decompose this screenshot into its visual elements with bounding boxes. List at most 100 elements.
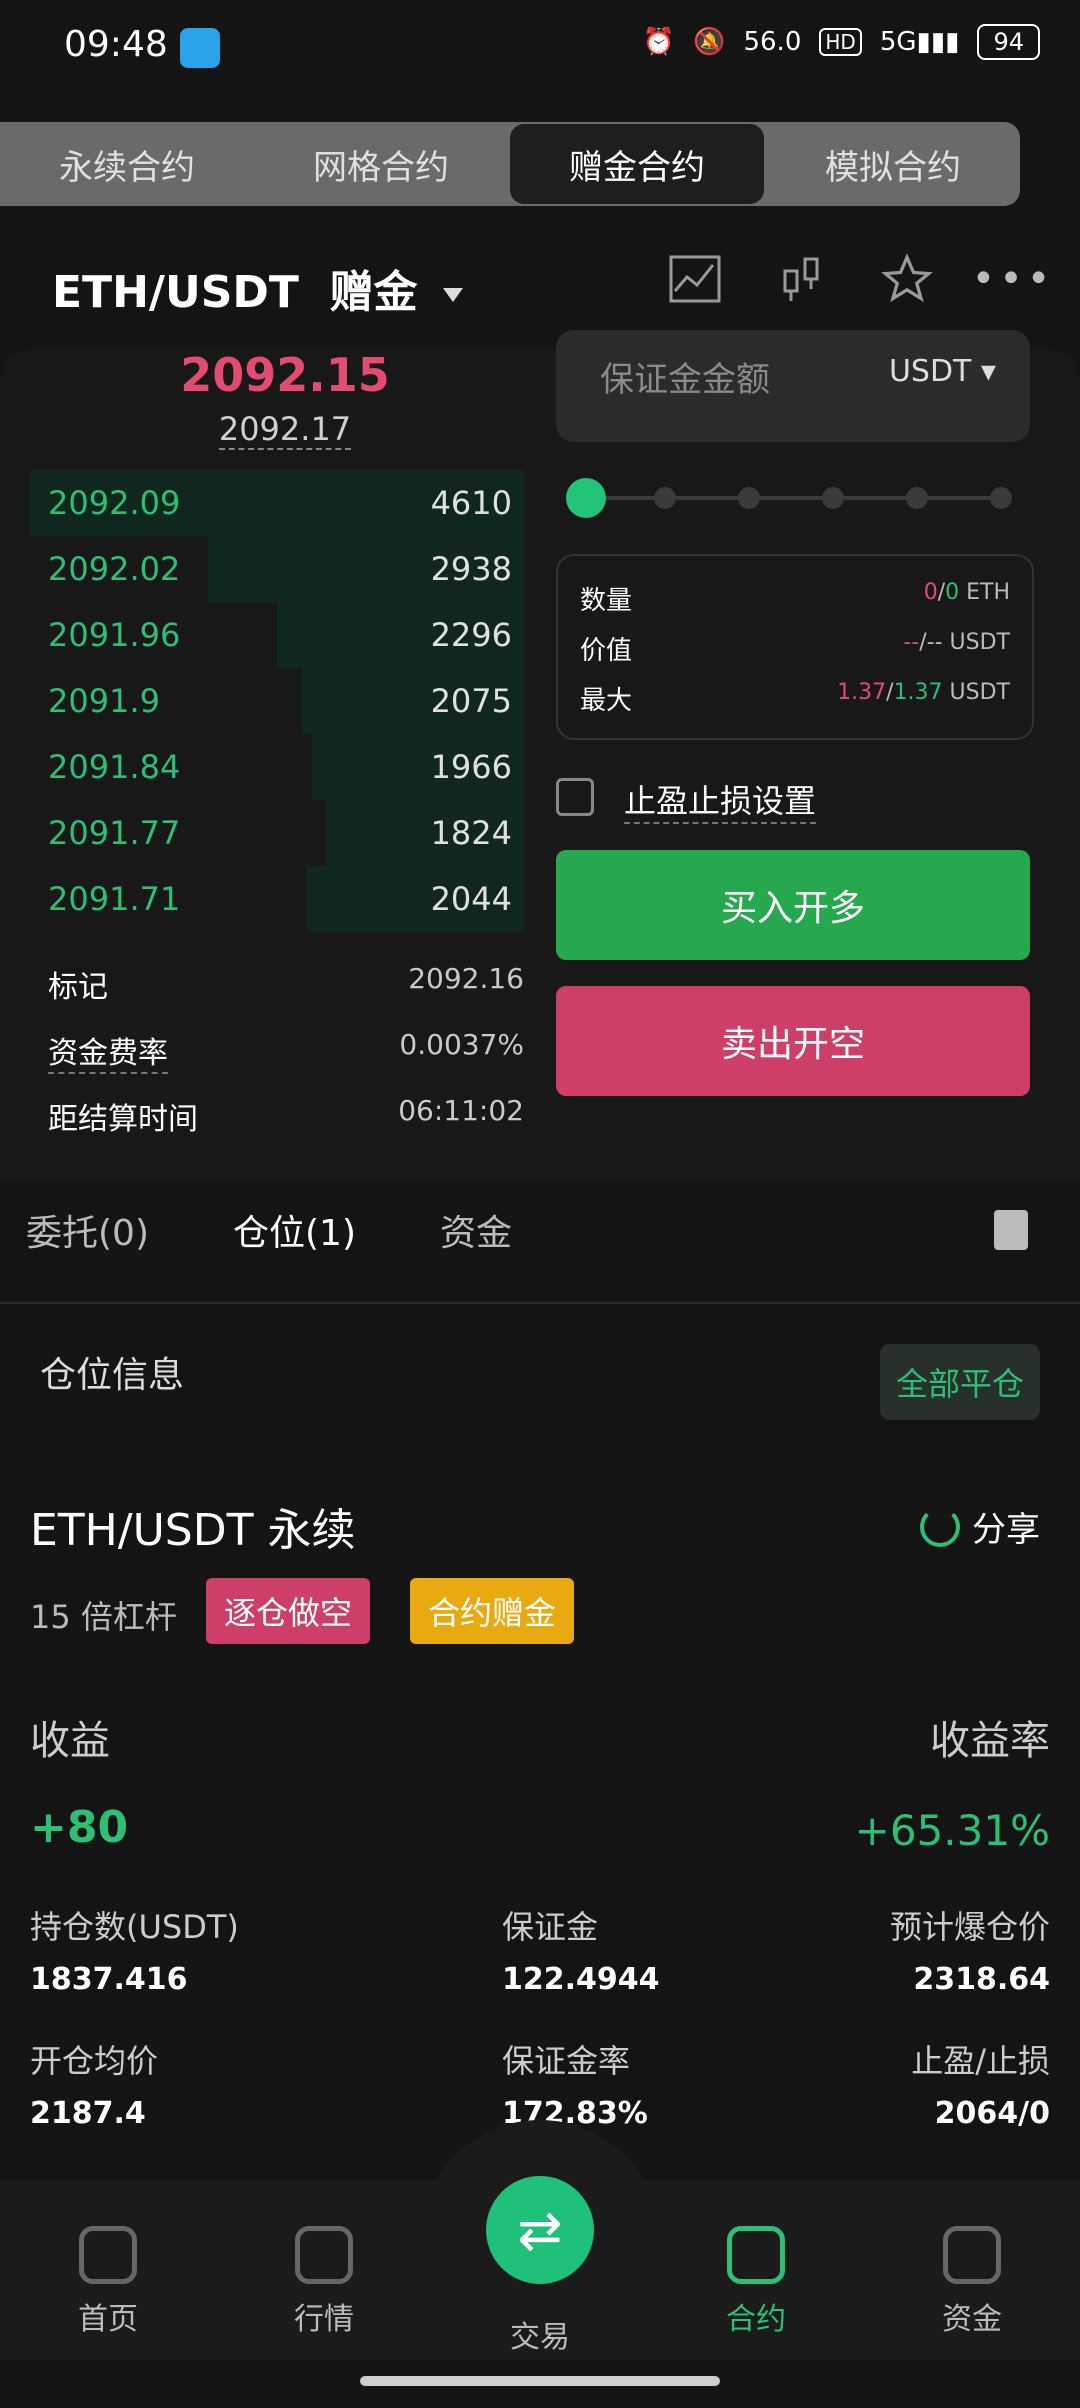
- bid-price: 2091.77: [48, 814, 181, 852]
- star-icon[interactable]: [880, 252, 934, 306]
- tpsl-label[interactable]: 止盈止损设置: [624, 776, 817, 824]
- stat-funding-rate: 资金费率 0.0037%: [48, 1028, 524, 1074]
- bid-qty: 4610: [430, 484, 512, 522]
- candlestick-icon[interactable]: [774, 252, 828, 306]
- tab-demo[interactable]: 模拟合约: [766, 122, 1020, 206]
- isolated-short-badge: 逐仓做空: [206, 1578, 371, 1644]
- bid-price: 2091.9: [48, 682, 160, 720]
- order-book: 2092.09 4610 2092.02 2938 2091.96 2296 2091.9 2…: [30, 470, 524, 932]
- trade-swap-icon[interactable]: ⇄: [486, 2176, 594, 2284]
- home-indicator[interactable]: [360, 2376, 720, 2386]
- orderbook-row[interactable]: 2091.9 2075: [30, 668, 524, 734]
- signal-icon: 5G▮▮▮: [879, 27, 960, 57]
- contract-icon: [727, 2226, 785, 2284]
- bonus-badge: 合约赠金: [410, 1578, 575, 1644]
- pair-symbol: ETH/USDT: [52, 267, 299, 318]
- stat-mark: 标记 2092.16: [48, 962, 524, 1005]
- field-value: 2318.64: [913, 1962, 1050, 1997]
- nav-contract[interactable]: 合约: [686, 2226, 826, 2338]
- bid-qty: 2938: [430, 550, 512, 588]
- slider-step: [906, 487, 928, 509]
- nav-market[interactable]: 行情: [254, 2226, 394, 2338]
- bid-price: 2092.02: [48, 550, 181, 588]
- tab-positions[interactable]: 仓位(1): [233, 1204, 356, 1256]
- mute-icon: 🔕: [693, 27, 726, 57]
- alarm-icon: ⏰: [642, 27, 676, 57]
- bid-price: 2091.71: [48, 880, 181, 918]
- position-symbol: ETH/USDT 永续: [30, 1505, 356, 1556]
- orderbook-row[interactable]: 2091.84 1966: [30, 734, 524, 800]
- summary-max: 最大 1.37/1.37 USDT: [580, 680, 1010, 716]
- leverage-slider[interactable]: [566, 478, 1012, 518]
- slider-handle[interactable]: [566, 478, 606, 518]
- mark-price: 2092.17: [218, 410, 352, 450]
- bid-qty: 2075: [430, 682, 512, 720]
- position-info-title: 仓位信息: [40, 1355, 185, 1396]
- tab-bonus[interactable]: 赠金合约: [510, 124, 764, 204]
- orderbook-row[interactable]: 2091.71 2044: [30, 866, 524, 932]
- nav-trade[interactable]: 交易: [470, 2312, 610, 2356]
- nav-assets[interactable]: 资金: [902, 2226, 1042, 2338]
- last-price: 2092.15: [180, 348, 390, 402]
- sell-short-button[interactable]: 卖出开空: [556, 986, 1030, 1096]
- bid-qty: 2044: [430, 880, 512, 918]
- orderbook-row[interactable]: 2091.96 2296: [30, 602, 524, 668]
- field-label: 止盈/止损: [911, 2042, 1050, 2080]
- home-icon: [79, 2226, 137, 2284]
- slider-step: [654, 487, 676, 509]
- net-speed: 56.0: [743, 27, 802, 57]
- contract-type-tabs: 永续合约 网格合约 赠金合约 模拟合约: [0, 122, 1020, 206]
- pnl-value: +80: [30, 1802, 129, 1853]
- pnl-label: 收益: [30, 1718, 110, 1764]
- field-label: 保证金: [502, 1908, 599, 1946]
- margin-amount-input[interactable]: 保证金金额 USDT ▾: [556, 330, 1030, 442]
- currency-select[interactable]: USDT ▾: [889, 354, 996, 389]
- share-button[interactable]: 分享: [920, 1502, 1040, 1551]
- status-icons: ⏰ 🔕 56.0 HD 5G▮▮▮ 94: [643, 24, 1040, 60]
- field-value: 2064/0: [934, 2096, 1050, 2131]
- refresh-share-icon: [920, 1506, 960, 1547]
- pair-selector[interactable]: ETH/USDT 赠金: [52, 256, 463, 320]
- bid-qty: 2296: [430, 616, 512, 654]
- pnl-rate-label: 收益率: [930, 1718, 1050, 1764]
- tab-assets[interactable]: 资金: [440, 1204, 512, 1256]
- tab-grid[interactable]: 网格合约: [254, 122, 508, 206]
- tab-perpetual[interactable]: 永续合约: [0, 122, 254, 206]
- field-value: 1837.416: [30, 1962, 188, 1997]
- orderbook-row[interactable]: 2091.77 1824: [30, 800, 524, 866]
- document-icon[interactable]: [994, 1210, 1028, 1250]
- pair-label: 赠金: [329, 267, 418, 318]
- slider-step: [822, 487, 844, 509]
- field-value: 122.4944: [502, 1962, 660, 1997]
- wallet-icon: [943, 2226, 1001, 2284]
- orderbook-row[interactable]: 2092.02 2938: [30, 536, 524, 602]
- chart-icon[interactable]: [668, 252, 722, 306]
- divider: [0, 1302, 1080, 1304]
- close-all-button[interactable]: 全部平仓: [880, 1344, 1040, 1420]
- buy-long-button[interactable]: 买入开多: [556, 850, 1030, 960]
- caret-down-icon: [442, 288, 463, 302]
- pnl-rate-value: +65.31%: [854, 1806, 1050, 1855]
- summary-value: 价值 --/-- USDT: [580, 630, 1010, 666]
- more-icon[interactable]: •••: [972, 252, 1051, 306]
- field-label: 开仓均价: [30, 2042, 159, 2080]
- order-summary: 数量 0/0 ETH 价值 --/-- USDT 最大 1.37/1.37 US…: [556, 554, 1034, 740]
- nav-home[interactable]: 首页: [38, 2226, 178, 2338]
- bid-price: 2091.84: [48, 748, 181, 786]
- hd-badge: HD: [819, 28, 862, 56]
- market-icon: [295, 2226, 353, 2284]
- bid-price: 2092.09: [48, 484, 181, 522]
- tpsl-checkbox[interactable]: [556, 778, 594, 816]
- orderbook-row[interactable]: 2092.09 4610: [30, 470, 524, 536]
- field-value: 2187.4: [30, 2096, 146, 2131]
- position-tabs: 委托(0) 仓位(1) 资金: [26, 1204, 596, 1256]
- field-label: 保证金率: [502, 2042, 631, 2080]
- tab-orders[interactable]: 委托(0): [26, 1204, 149, 1256]
- slider-step: [738, 487, 760, 509]
- field-label: 持仓数(USDT): [30, 1908, 239, 1946]
- bid-qty: 1966: [430, 748, 512, 786]
- header-actions: •••: [668, 252, 1051, 306]
- status-time: 09:48: [64, 24, 168, 65]
- telegram-icon: [180, 28, 220, 68]
- summary-qty: 数量 0/0 ETH: [580, 580, 1010, 616]
